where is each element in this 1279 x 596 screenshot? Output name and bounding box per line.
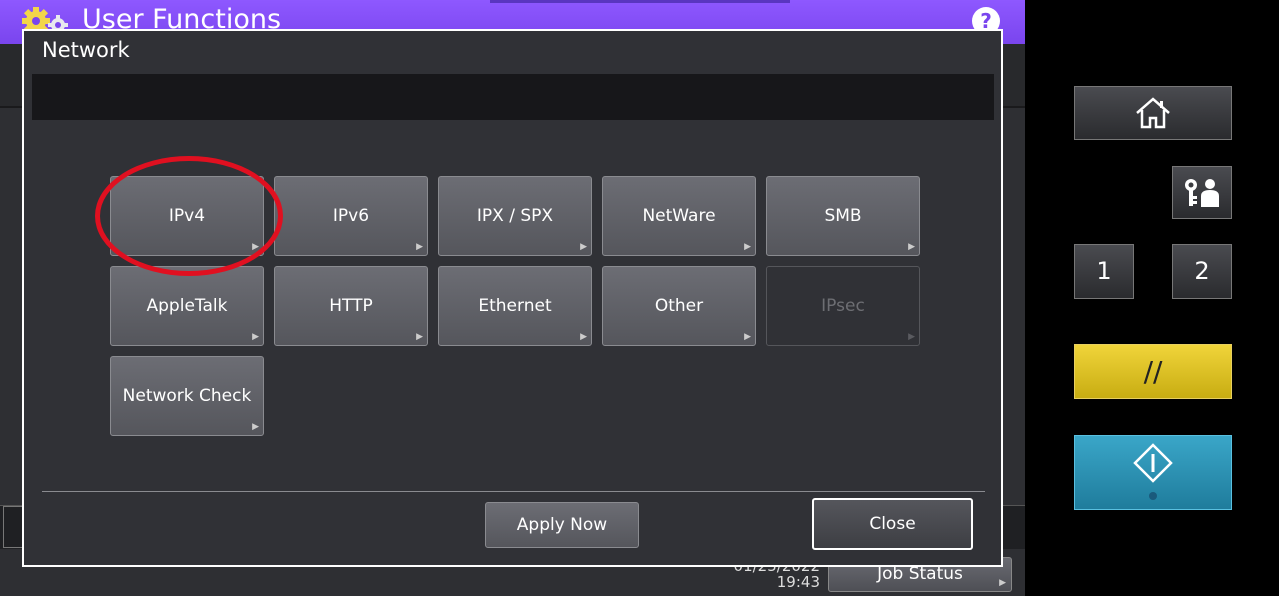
time-text: 19:43: [776, 573, 820, 591]
ethernet-button[interactable]: Ethernet ▶: [438, 266, 592, 346]
job-status-label: Job Status: [877, 564, 963, 584]
apply-now-button[interactable]: Apply Now: [485, 502, 639, 548]
ipsec-label: IPsec: [821, 296, 865, 316]
start-icon: [1133, 443, 1173, 500]
ipv6-label: IPv6: [332, 206, 370, 226]
header-tab-indicator: [490, 0, 790, 3]
reset-icon: //: [1143, 355, 1163, 388]
smb-label: SMB: [824, 206, 862, 226]
appletalk-button[interactable]: AppleTalk ▶: [110, 266, 264, 346]
ethernet-label: Ethernet: [478, 296, 552, 316]
ipsec-button: IPsec ▶: [766, 266, 920, 346]
dialog-title: Network: [42, 38, 130, 62]
network-check-label: Network Check: [122, 386, 252, 406]
ipv4-label: IPv4: [168, 206, 206, 226]
arrow-icon: ▶: [252, 422, 259, 432]
arrow-icon: ▶: [416, 332, 423, 342]
http-button[interactable]: HTTP ▶: [274, 266, 428, 346]
key-user-icon: [1185, 179, 1219, 207]
ipx-spx-label: IPX / SPX: [476, 206, 554, 226]
dialog-divider: [42, 491, 985, 492]
arrow-icon: ▶: [252, 332, 259, 342]
counter-1-button[interactable]: 1: [1074, 244, 1134, 299]
other-label: Other: [654, 296, 704, 316]
home-icon: [1136, 97, 1170, 129]
message-bar: [32, 74, 994, 120]
smb-button[interactable]: SMB ▶: [766, 176, 920, 256]
reset-button[interactable]: //: [1074, 344, 1232, 399]
arrow-icon: ▶: [252, 242, 259, 252]
panel-screen: User Functions ? 01/25/2022 19:43 Job St…: [0, 0, 1025, 596]
appletalk-label: AppleTalk: [146, 296, 228, 316]
user-login-button[interactable]: [1172, 166, 1232, 219]
arrow-icon: ▶: [580, 242, 587, 252]
arrow-icon: ▶: [580, 332, 587, 342]
arrow-icon: ▶: [416, 242, 423, 252]
arrow-icon: ▶: [908, 332, 915, 342]
network-check-button[interactable]: Network Check ▶: [110, 356, 264, 436]
other-button[interactable]: Other ▶: [602, 266, 756, 346]
arrow-icon: ▶: [744, 332, 751, 342]
home-button[interactable]: [1074, 86, 1232, 140]
arrow-icon: ▶: [908, 242, 915, 252]
http-label: HTTP: [329, 296, 373, 316]
arrow-icon: ▶: [999, 578, 1006, 588]
ipx-spx-button[interactable]: IPX / SPX ▶: [438, 176, 592, 256]
start-button[interactable]: [1074, 435, 1232, 510]
netware-button[interactable]: NetWare ▶: [602, 176, 756, 256]
netware-label: NetWare: [642, 206, 716, 226]
arrow-icon: ▶: [744, 242, 751, 252]
ipv4-button[interactable]: IPv4 ▶: [110, 176, 264, 256]
ipv6-button[interactable]: IPv6 ▶: [274, 176, 428, 256]
close-button[interactable]: Close: [812, 498, 973, 550]
network-dialog: Network IPv4 ▶ IPv6 ▶ IPX / SPX ▶ NetWar…: [22, 29, 1003, 567]
counter-2-button[interactable]: 2: [1172, 244, 1232, 299]
